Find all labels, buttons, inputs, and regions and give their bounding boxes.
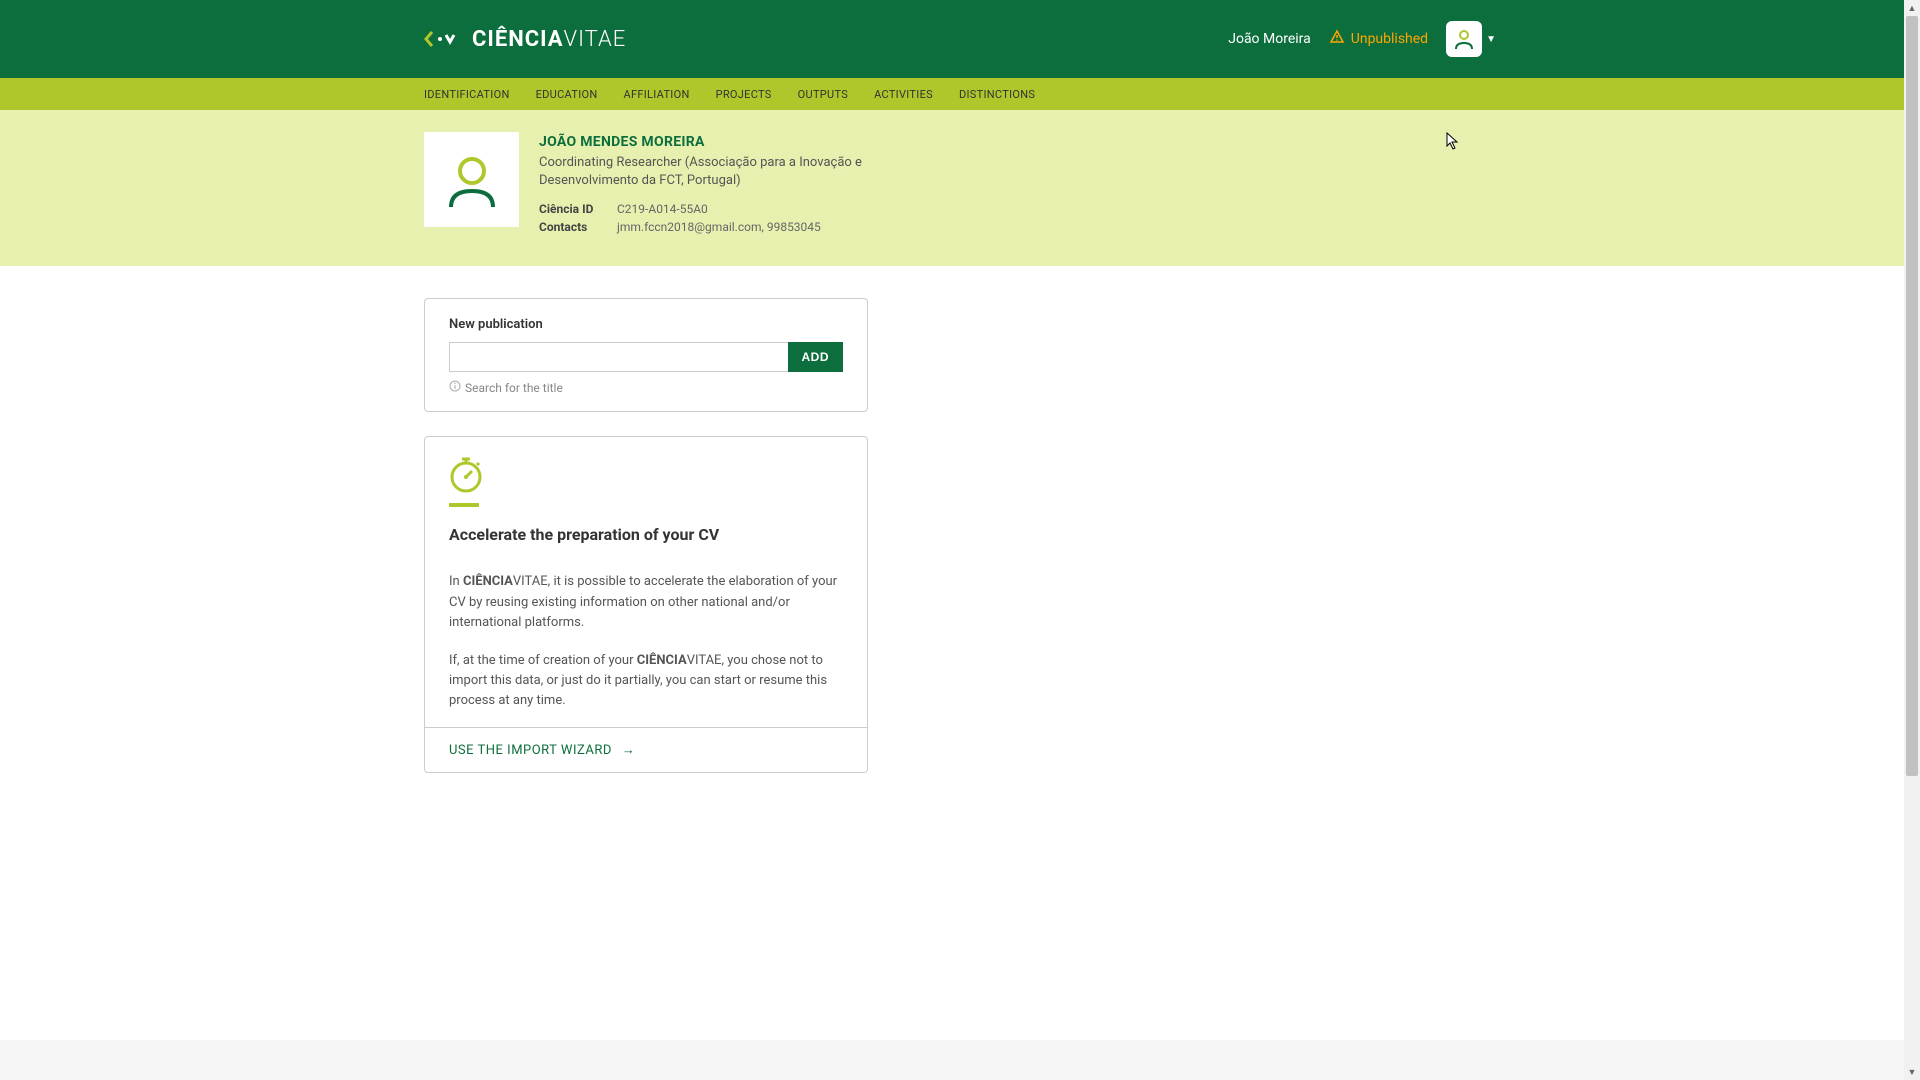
- search-hint-text: Search for the title: [465, 381, 563, 395]
- search-hint: Search for the title: [449, 380, 843, 395]
- user-avatar: [1446, 21, 1482, 57]
- ciencia-id-label: Ciência ID: [539, 202, 617, 216]
- chevron-down-icon: ▼: [1486, 34, 1496, 45]
- brand-logo-text: CIÊNCIAVITAE: [472, 27, 626, 52]
- stopwatch-icon: [449, 455, 843, 497]
- accelerate-paragraph-1: In CIÊNCIAVITAE, it is possible to accel…: [449, 572, 843, 632]
- accelerate-paragraph-2: If, at the time of creation of your CIÊN…: [449, 651, 843, 711]
- nav-education[interactable]: EDUCATION: [536, 88, 598, 101]
- add-publication-button[interactable]: ADD: [788, 342, 844, 372]
- nav-affiliation[interactable]: AFFILIATION: [624, 88, 690, 101]
- user-avatar-dropdown[interactable]: ▼: [1446, 21, 1496, 57]
- unpublished-status[interactable]: Unpublished: [1329, 29, 1428, 49]
- scroll-up-button[interactable]: ▲: [1904, 0, 1920, 16]
- cursor-icon: [1446, 132, 1460, 154]
- nav-projects[interactable]: PROJECTS: [716, 88, 772, 101]
- nav-outputs[interactable]: OUTPUTS: [798, 88, 848, 101]
- page-footer: [0, 1040, 1920, 1080]
- contacts-value: jmm.fccn2018@gmail.com, 99853045: [617, 220, 821, 234]
- nav-identification[interactable]: IDENTIFICATION: [424, 88, 510, 101]
- info-icon: [449, 380, 461, 395]
- import-wizard-link[interactable]: USE THE IMPORT WIZARD →: [425, 727, 867, 772]
- new-publication-input[interactable]: [449, 342, 788, 372]
- nav-distinctions[interactable]: DISTINCTIONS: [959, 88, 1035, 101]
- nav-activities[interactable]: ACTIVITIES: [874, 88, 933, 101]
- unpublished-label: Unpublished: [1351, 31, 1428, 47]
- arrow-right-icon: →: [622, 742, 635, 758]
- main-nav: IDENTIFICATION EDUCATION AFFILIATION PRO…: [0, 78, 1920, 110]
- profile-role: Coordinating Researcher (Associação para…: [539, 154, 899, 190]
- header-user-name: João Moreira: [1228, 31, 1311, 47]
- vertical-scrollbar[interactable]: ▲ ▼: [1904, 0, 1920, 1080]
- accelerate-card: Accelerate the preparation of your CV In…: [424, 436, 868, 773]
- scrollbar-thumb[interactable]: [1906, 16, 1918, 776]
- new-publication-card: New publication ADD Search for the title: [424, 298, 868, 412]
- profile-name: JOÃO MENDES MOREIRA: [539, 134, 899, 150]
- import-wizard-label: USE THE IMPORT WIZARD: [449, 743, 612, 758]
- accent-underline: [449, 503, 479, 507]
- ciencia-id-value: C219-A014-55A0: [617, 202, 708, 216]
- main-content: New publication ADD Search for the title: [0, 266, 1920, 857]
- warning-icon: [1329, 29, 1345, 49]
- new-publication-label: New publication: [449, 317, 843, 332]
- profile-photo-placeholder: [424, 132, 519, 227]
- brand-logo-icon: [424, 28, 464, 50]
- accelerate-title: Accelerate the preparation of your CV: [449, 525, 843, 544]
- brand-logo[interactable]: CIÊNCIAVITAE: [424, 27, 626, 52]
- top-header: CIÊNCIAVITAE João Moreira Unpublished: [0, 0, 1920, 78]
- scroll-down-button[interactable]: ▼: [1904, 1064, 1920, 1080]
- contacts-label: Contacts: [539, 220, 617, 234]
- profile-banner: JOÃO MENDES MOREIRA Coordinating Researc…: [0, 110, 1920, 266]
